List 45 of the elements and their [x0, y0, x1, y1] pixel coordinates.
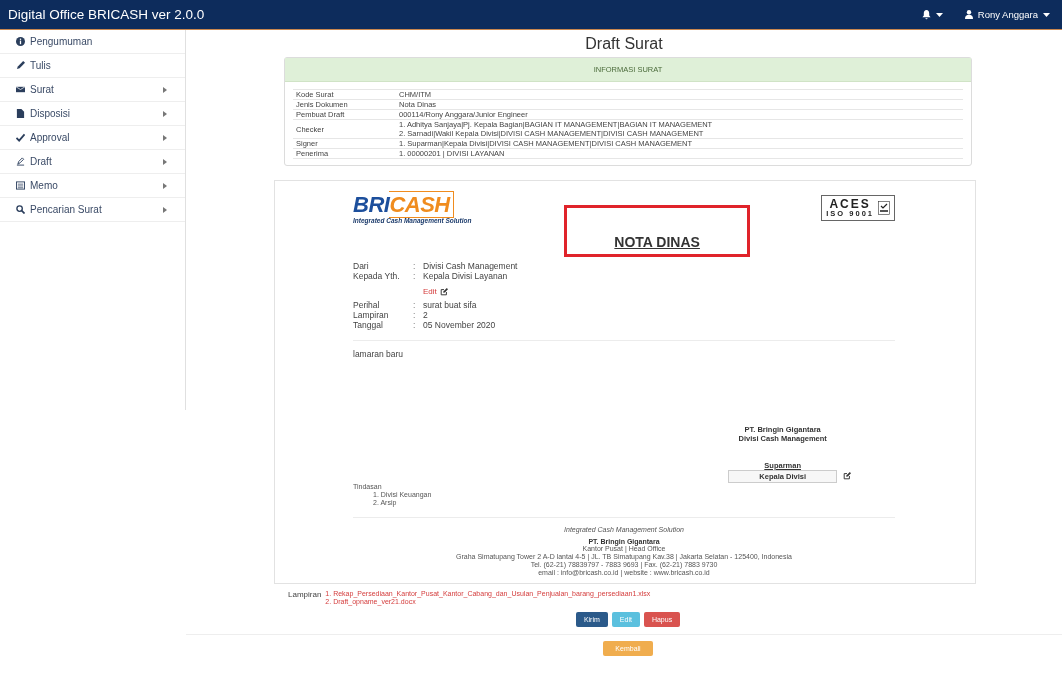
caret-icon	[1043, 12, 1050, 17]
document-title: NOTA DINAS	[614, 234, 700, 250]
bell-icon	[921, 9, 931, 20]
pen-icon	[16, 157, 25, 166]
separator: :	[413, 261, 417, 271]
separator: :	[413, 320, 417, 330]
info-icon	[16, 37, 25, 46]
user-menu-button[interactable]: Rony Anggara	[964, 9, 1050, 20]
field-label: Lampiran	[353, 310, 390, 320]
pencil-icon	[16, 61, 25, 70]
sidebar-item[interactable]: Draft	[0, 150, 185, 174]
field-value: surat buat sifa	[423, 300, 478, 310]
field-value: Kepala Divisi Layanan	[423, 271, 509, 281]
edit-icon[interactable]	[439, 287, 448, 296]
field-label: Tanggal	[353, 320, 384, 330]
field-value: 05 November 2020	[423, 320, 496, 330]
edit-link[interactable]: Edit	[423, 287, 437, 296]
list-icon	[16, 181, 25, 190]
sidebar-item[interactable]: Surat	[0, 78, 185, 102]
separator: :	[413, 271, 417, 281]
user-icon	[964, 10, 973, 19]
document-icon	[16, 109, 25, 118]
field-label: Kepada Yth.	[353, 271, 401, 281]
checkmark-icon	[16, 133, 25, 142]
field-label: Dari	[353, 261, 370, 271]
caret-icon	[935, 12, 943, 17]
sidebar-item[interactable]: Pengumuman	[0, 30, 185, 54]
field-value: 2	[423, 310, 429, 320]
envelope-icon	[16, 85, 25, 94]
notification-button[interactable]	[921, 9, 943, 20]
letter-body: lamaran baru	[353, 349, 405, 361]
separator: :	[413, 300, 417, 310]
field-label: Perihal	[353, 300, 381, 310]
attachments-label: Lampiran	[288, 590, 322, 601]
edit-icon[interactable]	[843, 472, 851, 480]
field-value: Divisi Cash Management	[423, 261, 518, 271]
sidebar-item[interactable]: Disposisi	[0, 102, 185, 126]
sidebar-item[interactable]: Tulis	[0, 54, 185, 78]
page-title: Draft Surat	[585, 35, 663, 53]
app-title: Digital Office BRICASH ver 2.0.0	[8, 7, 205, 22]
search-icon	[16, 205, 25, 214]
sidebar-item[interactable]: Memo	[0, 174, 185, 198]
separator: :	[413, 310, 417, 320]
sidebar-item[interactable]: Approval	[0, 126, 185, 150]
sidebar-item[interactable]: Pencarian Surat	[0, 198, 185, 222]
